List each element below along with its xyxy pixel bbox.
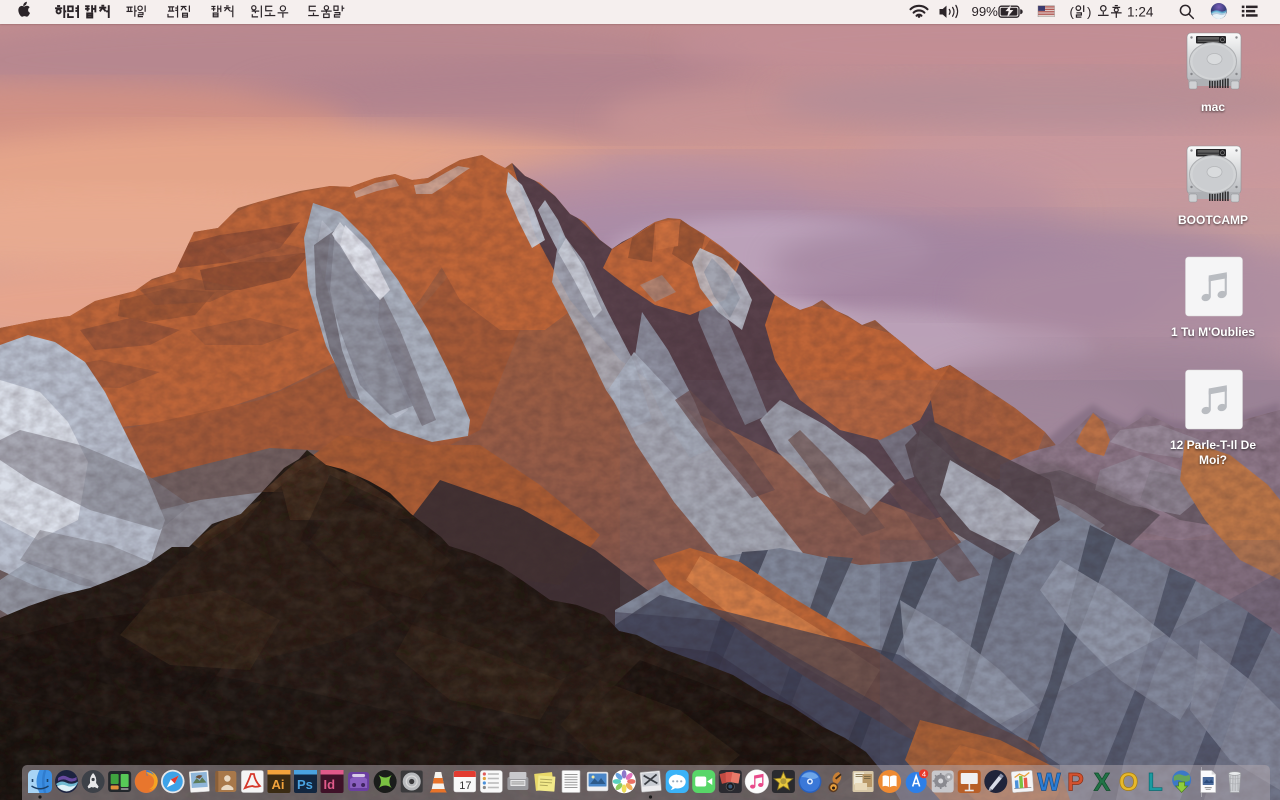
svg-text:L: L (1147, 769, 1162, 797)
svg-text:4: 4 (922, 770, 926, 779)
svg-text:P: P (1067, 769, 1084, 797)
svg-text:Ai: Ai (271, 777, 284, 792)
svg-text:W: W (1037, 769, 1061, 797)
svg-text:1:24: 1:24 (1127, 4, 1154, 19)
svg-text:Ps: Ps (297, 777, 313, 792)
svg-text:99%: 99% (972, 4, 999, 19)
svg-text:Id: Id (324, 777, 336, 792)
svg-text:): ) (1087, 4, 1091, 19)
svg-text:O: O (1119, 769, 1138, 797)
svg-text:X: X (1094, 769, 1111, 797)
svg-text:17: 17 (459, 780, 471, 792)
svg-text:(: ( (1070, 4, 1075, 19)
